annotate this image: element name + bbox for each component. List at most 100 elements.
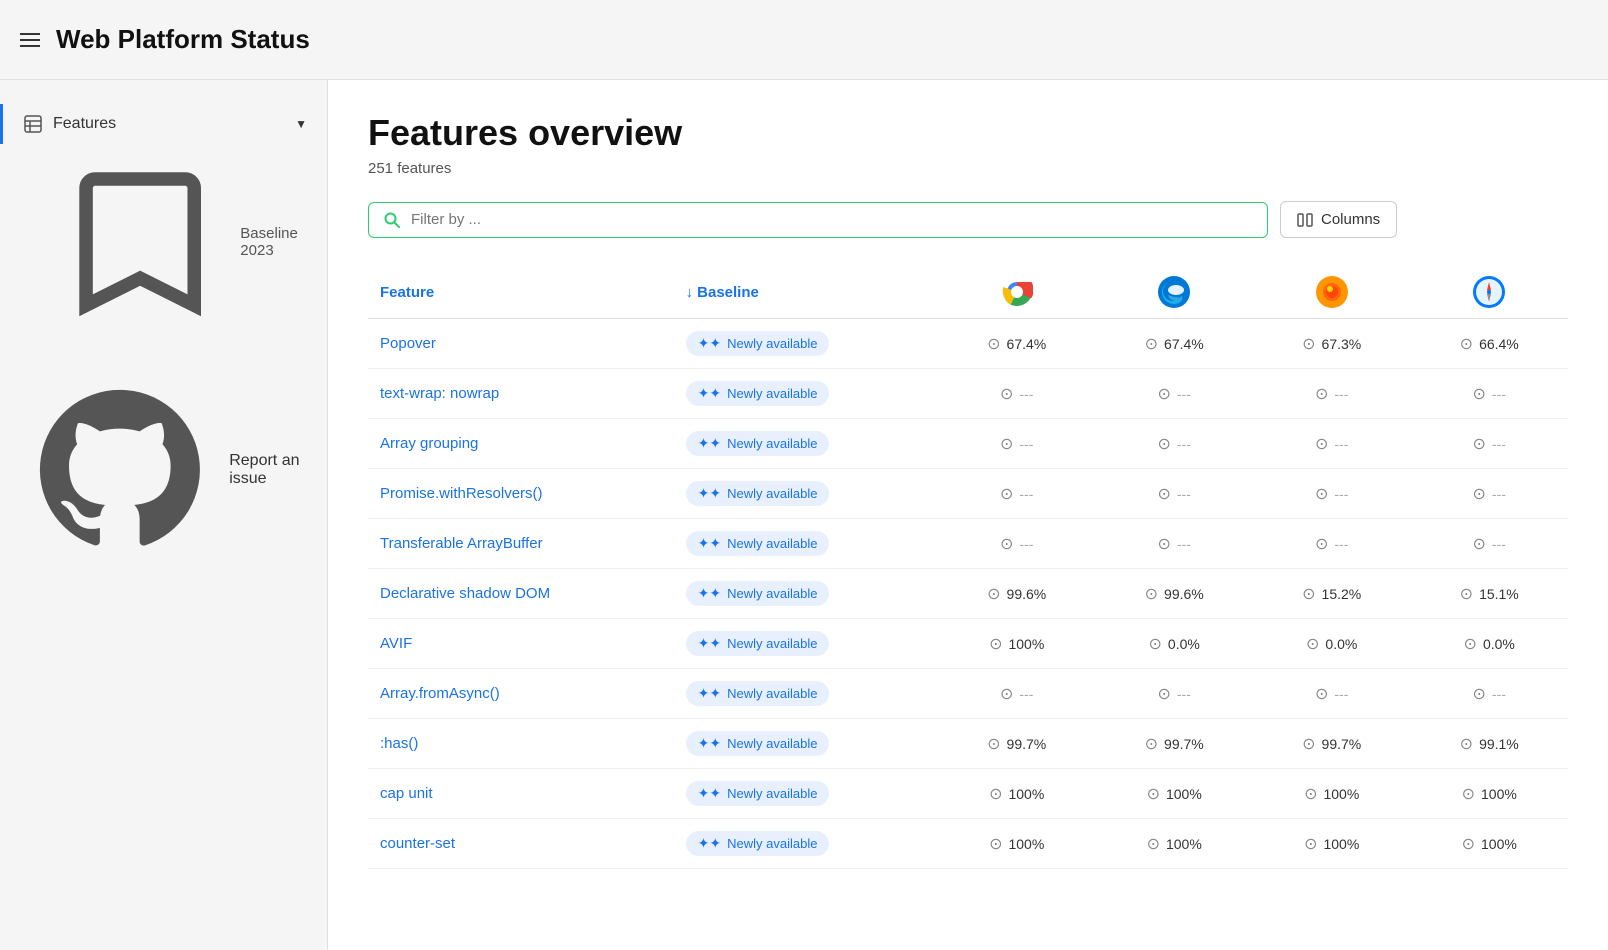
check-icon: ⊙ (1315, 484, 1328, 504)
feature-name[interactable]: Transferable ArrayBuffer (368, 519, 674, 569)
columns-button[interactable]: Columns (1280, 201, 1397, 238)
check-icon: ⊙ (1304, 834, 1317, 854)
chrome-value: ⊙ 100% (938, 619, 1096, 669)
browser-value: 100% (1481, 836, 1517, 852)
col-header-baseline[interactable]: ↓Baseline (674, 266, 938, 319)
chrome-value: ⊙ --- (938, 669, 1096, 719)
browser-value: 67.3% (1322, 336, 1362, 352)
check-icon: ⊙ (1462, 784, 1475, 804)
feature-link[interactable]: text-wrap: nowrap (380, 385, 499, 402)
feature-link[interactable]: cap unit (380, 785, 433, 802)
edge-value: ⊙ 100% (1095, 819, 1253, 869)
table-row: text-wrap: nowrap ✦✦ Newly available ⊙ -… (368, 369, 1568, 419)
feature-link[interactable]: Transferable ArrayBuffer (380, 535, 543, 552)
browser-value: 99.7% (1007, 736, 1047, 752)
check-icon: ⊙ (1464, 634, 1477, 654)
baseline-status: ✦✦ Newly available (674, 519, 938, 569)
check-icon: ⊙ (989, 634, 1002, 654)
table-row: Popover ✦✦ Newly available ⊙ 67.4% ⊙ 67.… (368, 319, 1568, 369)
sidebar-features-label: Features (53, 115, 116, 133)
sidebar-item-baseline[interactable]: Baseline 2023 (0, 144, 327, 340)
check-icon: ⊙ (1473, 384, 1486, 404)
feature-count: 251 features (368, 160, 1568, 177)
baseline-status: ✦✦ Newly available (674, 619, 938, 669)
sidebar-report-issue[interactable]: Report an issue (0, 360, 327, 579)
newly-badge: ✦✦ Newly available (686, 431, 830, 456)
feature-link[interactable]: counter-set (380, 835, 455, 852)
chrome-value: ⊙ 99.7% (938, 719, 1096, 769)
feature-link[interactable]: AVIF (380, 635, 412, 652)
feature-name[interactable]: Declarative shadow DOM (368, 569, 674, 619)
menu-icon[interactable] (20, 33, 40, 47)
page-title: Features overview (368, 112, 1568, 154)
newly-badge: ✦✦ Newly available (686, 481, 830, 506)
check-icon: ⊙ (1149, 634, 1162, 654)
feature-name[interactable]: Array.fromAsync() (368, 669, 674, 719)
browser-value: 100% (1481, 786, 1517, 802)
browser-value: 100% (1008, 836, 1044, 852)
newly-label: Newly available (727, 336, 817, 351)
check-icon: ⊙ (989, 834, 1002, 854)
check-icon: ⊙ (987, 584, 1000, 604)
newly-label: Newly available (727, 586, 817, 601)
browser-value: --- (1334, 486, 1348, 502)
check-icon: ⊙ (1460, 334, 1473, 354)
sparkle-icon: ✦✦ (698, 335, 721, 352)
feature-link[interactable]: Declarative shadow DOM (380, 585, 550, 602)
col-header-feature[interactable]: Feature (368, 266, 674, 319)
table-row: Array grouping ✦✦ Newly available ⊙ --- … (368, 419, 1568, 469)
browser-value: 100% (1008, 786, 1044, 802)
sparkle-icon: ✦✦ (698, 435, 721, 452)
check-icon: ⊙ (1306, 634, 1319, 654)
chrome-icon (1001, 276, 1033, 308)
safari-value: ⊙ 99.1% (1410, 719, 1568, 769)
browser-value: 0.0% (1168, 636, 1200, 652)
feature-link[interactable]: Popover (380, 335, 436, 352)
filter-input[interactable] (411, 211, 1253, 228)
feature-name[interactable]: Array grouping (368, 419, 674, 469)
browser-value: 100% (1008, 636, 1044, 652)
safari-value: ⊙ --- (1410, 469, 1568, 519)
feature-link[interactable]: :has() (380, 735, 418, 752)
sidebar-item-features[interactable]: Features ▼ (0, 104, 327, 144)
feature-name[interactable]: AVIF (368, 619, 674, 669)
feature-name[interactable]: cap unit (368, 769, 674, 819)
browser-value: --- (1177, 436, 1191, 452)
firefox-value: ⊙ 100% (1253, 769, 1411, 819)
feature-link[interactable]: Array.fromAsync() (380, 685, 500, 702)
browser-value: 99.6% (1007, 586, 1047, 602)
newly-badge: ✦✦ Newly available (686, 331, 830, 356)
edge-value: ⊙ --- (1095, 519, 1253, 569)
feature-name[interactable]: Popover (368, 319, 674, 369)
newly-badge: ✦✦ Newly available (686, 731, 830, 756)
check-icon: ⊙ (1473, 534, 1486, 554)
browser-value: 99.7% (1164, 736, 1204, 752)
newly-badge: ✦✦ Newly available (686, 681, 830, 706)
chrome-value: ⊙ 100% (938, 819, 1096, 869)
check-icon: ⊙ (1000, 684, 1013, 704)
feature-name[interactable]: counter-set (368, 819, 674, 869)
feature-name[interactable]: Promise.withResolvers() (368, 469, 674, 519)
app-header: Web Platform Status (0, 0, 1608, 80)
edge-value: ⊙ --- (1095, 419, 1253, 469)
newly-label: Newly available (727, 686, 817, 701)
check-icon: ⊙ (1304, 784, 1317, 804)
browser-value: 67.4% (1164, 336, 1204, 352)
chrome-value: ⊙ --- (938, 469, 1096, 519)
sparkle-icon: ✦✦ (698, 835, 721, 852)
feature-name[interactable]: :has() (368, 719, 674, 769)
col-header-safari (1410, 266, 1568, 319)
browser-value: --- (1492, 686, 1506, 702)
check-icon: ⊙ (1000, 534, 1013, 554)
newly-label: Newly available (727, 786, 817, 801)
browser-value: --- (1334, 536, 1348, 552)
feature-name[interactable]: text-wrap: nowrap (368, 369, 674, 419)
check-icon: ⊙ (1147, 834, 1160, 854)
newly-badge: ✦✦ Newly available (686, 531, 830, 556)
check-icon: ⊙ (1157, 484, 1170, 504)
browser-value: 0.0% (1325, 636, 1357, 652)
feature-link[interactable]: Promise.withResolvers() (380, 485, 543, 502)
feature-link[interactable]: Array grouping (380, 435, 478, 452)
check-icon: ⊙ (987, 734, 1000, 754)
safari-icon (1473, 276, 1505, 308)
